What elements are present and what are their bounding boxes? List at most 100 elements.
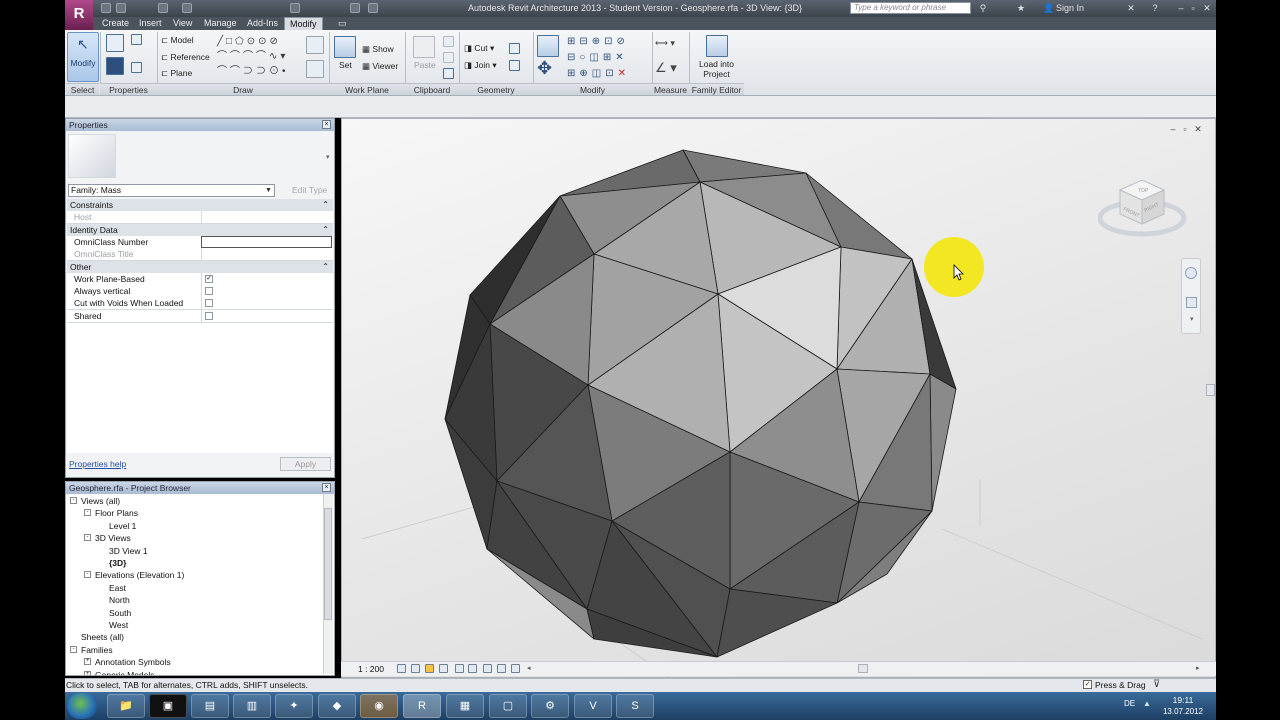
- align-icon[interactable]: [537, 35, 559, 57]
- model-line-button[interactable]: ⊏ Model: [161, 35, 194, 46]
- sun-path-icon[interactable]: [425, 664, 434, 673]
- properties-help-link[interactable]: Properties help: [69, 459, 126, 469]
- tree-item[interactable]: Floor Plans: [95, 507, 138, 519]
- panel-label-properties[interactable]: Properties: [100, 83, 157, 95]
- tree-item[interactable]: North: [109, 594, 130, 606]
- tree-item[interactable]: Generic Models: [95, 669, 155, 675]
- tab-add-ins[interactable]: Add-Ins: [242, 17, 283, 30]
- tab-view[interactable]: View: [168, 17, 197, 30]
- move-icon[interactable]: ✥: [537, 58, 552, 79]
- cut-clipboard-icon[interactable]: [443, 36, 454, 47]
- tab-create[interactable]: Create: [97, 17, 134, 30]
- undo-icon[interactable]: [158, 3, 168, 13]
- taskbar-app-icon[interactable]: ▢: [489, 694, 527, 718]
- taskbar-skype-icon[interactable]: S: [616, 694, 654, 718]
- pick-faces-icon[interactable]: [306, 60, 324, 78]
- press-drag-checkbox[interactable]: ✓: [1083, 680, 1092, 689]
- switch-windows-icon[interactable]: [368, 3, 378, 13]
- 3d-viewport[interactable]: [341, 118, 1216, 678]
- collapse-icon[interactable]: -: [70, 497, 77, 504]
- scroll-left-icon[interactable]: ◂: [527, 664, 531, 672]
- vertical-scroll-thumb[interactable]: [1206, 384, 1215, 396]
- panel-label-draw[interactable]: Draw: [157, 83, 329, 95]
- open-icon[interactable]: [101, 3, 111, 13]
- language-indicator[interactable]: DE: [1124, 699, 1135, 708]
- view-minimize-icon[interactable]: –: [1168, 124, 1178, 134]
- cut-geometry-button[interactable]: ◨ Cut ▾: [464, 43, 494, 54]
- tab-modify[interactable]: Modify: [284, 17, 323, 30]
- taskbar-explorer-icon[interactable]: 📁: [107, 694, 145, 718]
- exchange-icon[interactable]: ✕: [1126, 3, 1136, 13]
- view-restore-icon[interactable]: ▫: [1180, 124, 1190, 134]
- tree-item[interactable]: 3D Views: [95, 532, 131, 544]
- collapse-icon[interactable]: -: [84, 534, 91, 542]
- view-scale[interactable]: 1 : 200: [358, 664, 384, 674]
- load-into-project-button[interactable]: Load into Project: [699, 59, 734, 79]
- taskbar-steam-icon[interactable]: ⚙: [531, 694, 569, 718]
- apply-button[interactable]: Apply: [280, 457, 331, 471]
- sign-in-link[interactable]: Sign In: [1056, 3, 1084, 13]
- tree-item[interactable]: South: [109, 607, 131, 619]
- property-row-shared[interactable]: Shared: [67, 310, 333, 323]
- zoom-icon[interactable]: [1186, 297, 1197, 308]
- tab-insert[interactable]: Insert: [134, 17, 167, 30]
- windows-start-button[interactable]: [67, 693, 97, 719]
- panel-label-work-plane[interactable]: Work Plane: [329, 83, 405, 95]
- family-types-icon[interactable]: [106, 34, 124, 52]
- group-header-identity-data[interactable]: Identity Data ⌃: [67, 224, 333, 236]
- show-crop-icon[interactable]: [468, 664, 477, 673]
- taskbar-app-icon[interactable]: ◆: [318, 694, 356, 718]
- family-type-selector[interactable]: Family: Mass ▼: [68, 184, 275, 197]
- reveal-hidden-icon[interactable]: [511, 664, 520, 673]
- set-button-label[interactable]: Set: [339, 60, 352, 70]
- expand-icon[interactable]: +: [84, 658, 91, 666]
- tree-item[interactable]: Annotation Symbols: [95, 656, 171, 668]
- 3d-view-icon[interactable]: [350, 3, 360, 13]
- omniclass-number-input[interactable]: [201, 236, 332, 248]
- pick-lines-icon[interactable]: [306, 36, 324, 54]
- paste-icon[interactable]: [413, 36, 435, 58]
- panel-label-select[interactable]: Select: [66, 83, 99, 95]
- horizontal-scroll-thumb[interactable]: [858, 664, 868, 673]
- set-work-plane-icon[interactable]: [334, 36, 356, 58]
- unlocked-view-icon[interactable]: [483, 664, 492, 673]
- show-work-plane-button[interactable]: ▦ Show: [362, 44, 394, 55]
- reference-line-button[interactable]: ⊏ Reference: [161, 52, 210, 63]
- close-icon[interactable]: ×: [322, 120, 331, 129]
- paste-button-label[interactable]: Paste: [414, 60, 436, 70]
- copy-icon[interactable]: [443, 52, 454, 63]
- clock-time[interactable]: 19:11: [1161, 695, 1205, 705]
- measure-icon[interactable]: [290, 3, 300, 13]
- work-plane-based-checkbox[interactable]: ✓: [205, 275, 213, 283]
- edit-type-button[interactable]: Edit Type: [280, 184, 332, 197]
- always-vertical-checkbox[interactable]: [205, 287, 213, 295]
- browser-scrollbar-thumb[interactable]: [324, 508, 332, 620]
- search-input[interactable]: Type a keyword or phrase: [850, 2, 971, 14]
- crop-view-icon[interactable]: [455, 664, 464, 673]
- application-menu-button[interactable]: R: [65, 0, 93, 30]
- tree-item[interactable]: Level 1: [109, 520, 136, 532]
- detail-level-icon[interactable]: [397, 664, 406, 673]
- tray-icon[interactable]: ▲: [1143, 699, 1152, 708]
- family-category-icon[interactable]: [131, 34, 142, 45]
- properties-icon[interactable]: [106, 57, 124, 75]
- collapse-icon[interactable]: -: [84, 571, 91, 579]
- taskbar-app-icon[interactable]: ▦: [446, 694, 484, 718]
- taskbar-revit-icon[interactable]: R: [403, 694, 441, 718]
- collapse-icon[interactable]: -: [70, 645, 77, 653]
- join-geometry-button[interactable]: ◨ Join ▾: [464, 60, 497, 71]
- property-row-omniclass-title[interactable]: OmniClass Title: [67, 248, 333, 261]
- panel-label-clipboard[interactable]: Clipboard: [405, 83, 459, 95]
- temporary-hide-icon[interactable]: [497, 664, 506, 673]
- viewcube[interactable]: TOP FRONT RIGHT: [1098, 172, 1188, 242]
- property-row-host[interactable]: Host: [67, 211, 333, 224]
- redo-icon[interactable]: [182, 3, 192, 13]
- geosphere-model[interactable]: [342, 119, 1216, 678]
- tree-item[interactable]: {3D}: [109, 557, 126, 569]
- close-icon[interactable]: ✕: [1202, 3, 1212, 13]
- taskbar-app-icon[interactable]: ▥: [233, 694, 271, 718]
- view-close-icon[interactable]: ✕: [1193, 124, 1203, 134]
- binoculars-icon[interactable]: ⚲: [978, 3, 988, 13]
- visual-style-icon[interactable]: [411, 664, 420, 673]
- maximize-icon[interactable]: ▫: [1188, 3, 1198, 13]
